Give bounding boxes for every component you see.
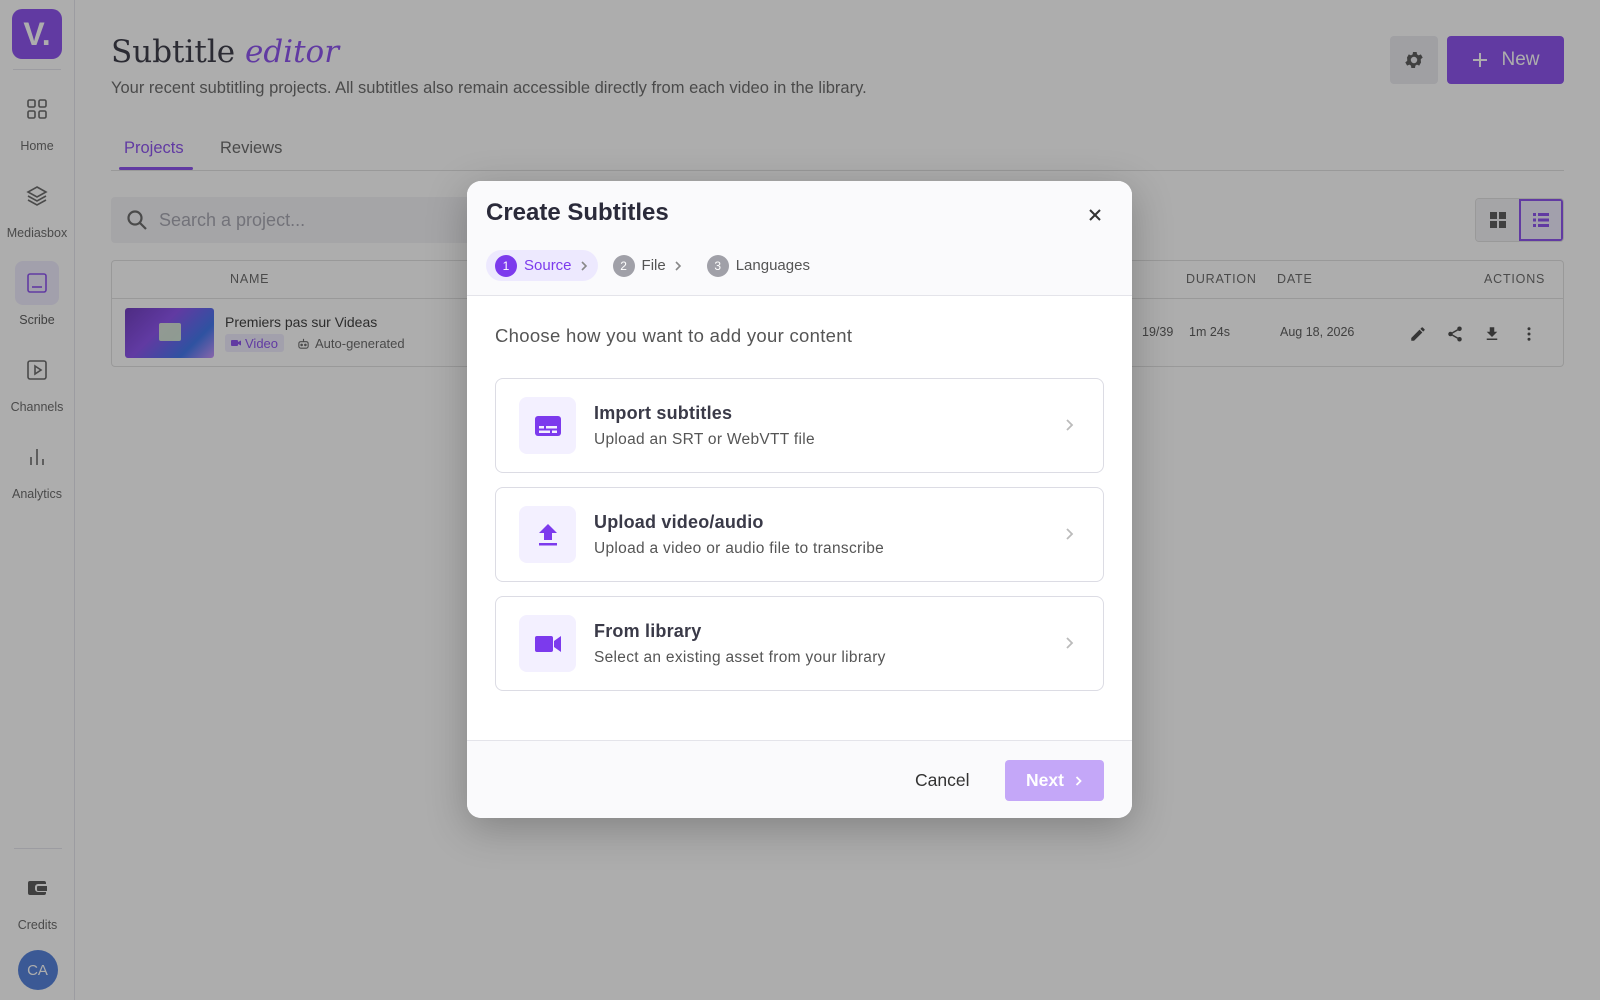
chevron-right-icon [1059,633,1079,653]
option-upload-video-audio[interactable]: Upload video/audio Upload a video or aud… [495,487,1104,582]
dialog-title: Create Subtitles [486,199,669,226]
step-languages[interactable]: 3 Languages [698,250,819,281]
dialog-header: Create Subtitles 1 Source 2 File 3 Langu… [467,181,1132,296]
chevron-right-icon [675,260,681,271]
close-button[interactable] [1084,204,1106,226]
option-import-subtitles[interactable]: Import subtitles Upload an SRT or WebVTT… [495,378,1104,473]
step-label: Languages [735,257,810,274]
step-number: 1 [495,254,517,277]
step-file[interactable]: 2 File [604,250,692,281]
chevron-right-icon [1059,415,1079,435]
option-from-library[interactable]: From library Select an existing asset fr… [495,596,1104,691]
option-title: Upload video/audio [594,512,764,532]
option-description: Upload an SRT or WebVTT file [594,431,815,448]
step-source[interactable]: 1 Source [486,250,598,281]
cancel-button[interactable]: Cancel [903,761,981,799]
step-number: 3 [706,254,729,277]
step-label: File [641,257,666,274]
stepper: 1 Source 2 File 3 Languages [486,250,819,281]
step-number: 2 [612,254,635,277]
create-subtitles-dialog: Create Subtitles 1 Source 2 File 3 Langu… [467,181,1132,818]
next-button-label: Next [1026,770,1064,790]
step-label: Source [524,257,572,274]
subtitles-icon [519,397,576,454]
option-description: Upload a video or audio file to transcri… [594,540,885,557]
option-title: From library [594,621,702,641]
upload-icon [519,506,576,563]
option-description: Select an existing asset from your libra… [594,649,886,666]
chevron-right-icon [1059,524,1079,544]
option-title: Import subtitles [594,403,733,423]
chevron-right-icon [1075,775,1082,786]
chevron-right-icon [580,260,587,271]
next-button[interactable]: Next [1005,760,1104,801]
dialog-footer: Cancel Next [467,740,1132,818]
close-icon [1089,209,1101,221]
video-camera-icon [519,615,576,672]
dialog-prompt: Choose how you want to add your content [495,325,853,346]
